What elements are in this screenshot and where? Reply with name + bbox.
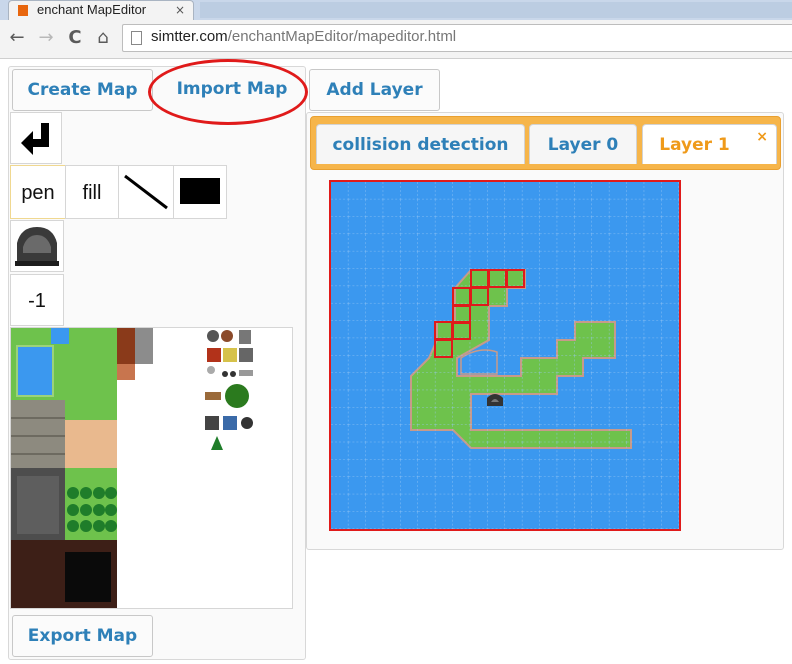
line-tool-button[interactable] bbox=[118, 165, 174, 219]
layer-tab-bar: collision detection Layer 0 Layer 1 × bbox=[310, 116, 781, 170]
browser-tab-strip: enchant MapEditor × bbox=[0, 0, 792, 20]
undo-arrow-icon bbox=[21, 123, 49, 155]
tab-layer-1-label: Layer 1 bbox=[659, 135, 730, 155]
selected-tile-button[interactable] bbox=[10, 220, 64, 272]
undo-button[interactable] bbox=[10, 112, 62, 164]
tab-layer-1[interactable]: Layer 1 × bbox=[642, 124, 777, 164]
tileset-image bbox=[11, 328, 253, 608]
browser-tab[interactable]: enchant MapEditor × bbox=[8, 0, 194, 20]
close-layer-icon[interactable]: × bbox=[756, 125, 768, 149]
forward-icon[interactable]: → bbox=[35, 27, 57, 48]
page-icon bbox=[131, 31, 142, 45]
favicon-icon bbox=[18, 5, 28, 16]
url-text: simtter.com/enchantMapEditor/mapeditor.h… bbox=[151, 28, 456, 45]
fill-tool-button[interactable]: fill bbox=[65, 165, 119, 219]
tile-index-display: -1 bbox=[10, 274, 64, 326]
tab-title: enchant MapEditor bbox=[37, 2, 147, 17]
pen-tool-button[interactable]: pen bbox=[10, 165, 66, 219]
line-icon bbox=[124, 174, 168, 210]
address-bar[interactable]: simtter.com/enchantMapEditor/mapeditor.h… bbox=[122, 24, 792, 52]
tab-layer-0[interactable]: Layer 0 bbox=[529, 124, 637, 164]
blurred-tab-area bbox=[200, 2, 792, 18]
reload-icon[interactable]: C bbox=[64, 27, 86, 48]
export-map-button[interactable]: Export Map bbox=[12, 615, 153, 657]
rock-tile-icon bbox=[15, 227, 59, 266]
browser-toolbar: ← → C ⌂ simtter.com/enchantMapEditor/map… bbox=[0, 20, 792, 59]
tileset-palette[interactable] bbox=[10, 327, 293, 609]
url-path: /enchantMapEditor/mapeditor.html bbox=[227, 28, 457, 45]
home-icon[interactable]: ⌂ bbox=[92, 27, 114, 48]
url-host: simtter.com bbox=[151, 28, 228, 45]
rectangle-tool-button[interactable] bbox=[173, 165, 227, 219]
map-canvas[interactable] bbox=[329, 180, 681, 531]
add-layer-button[interactable]: Add Layer bbox=[309, 69, 440, 111]
tab-collision-detection[interactable]: collision detection bbox=[316, 124, 525, 164]
map-image bbox=[331, 182, 679, 529]
back-icon[interactable]: ← bbox=[6, 27, 28, 48]
annotation-circle bbox=[148, 59, 308, 125]
create-map-button[interactable]: Create Map bbox=[12, 69, 153, 111]
rectangle-icon bbox=[180, 178, 220, 204]
tab-close-icon[interactable]: × bbox=[175, 3, 185, 17]
